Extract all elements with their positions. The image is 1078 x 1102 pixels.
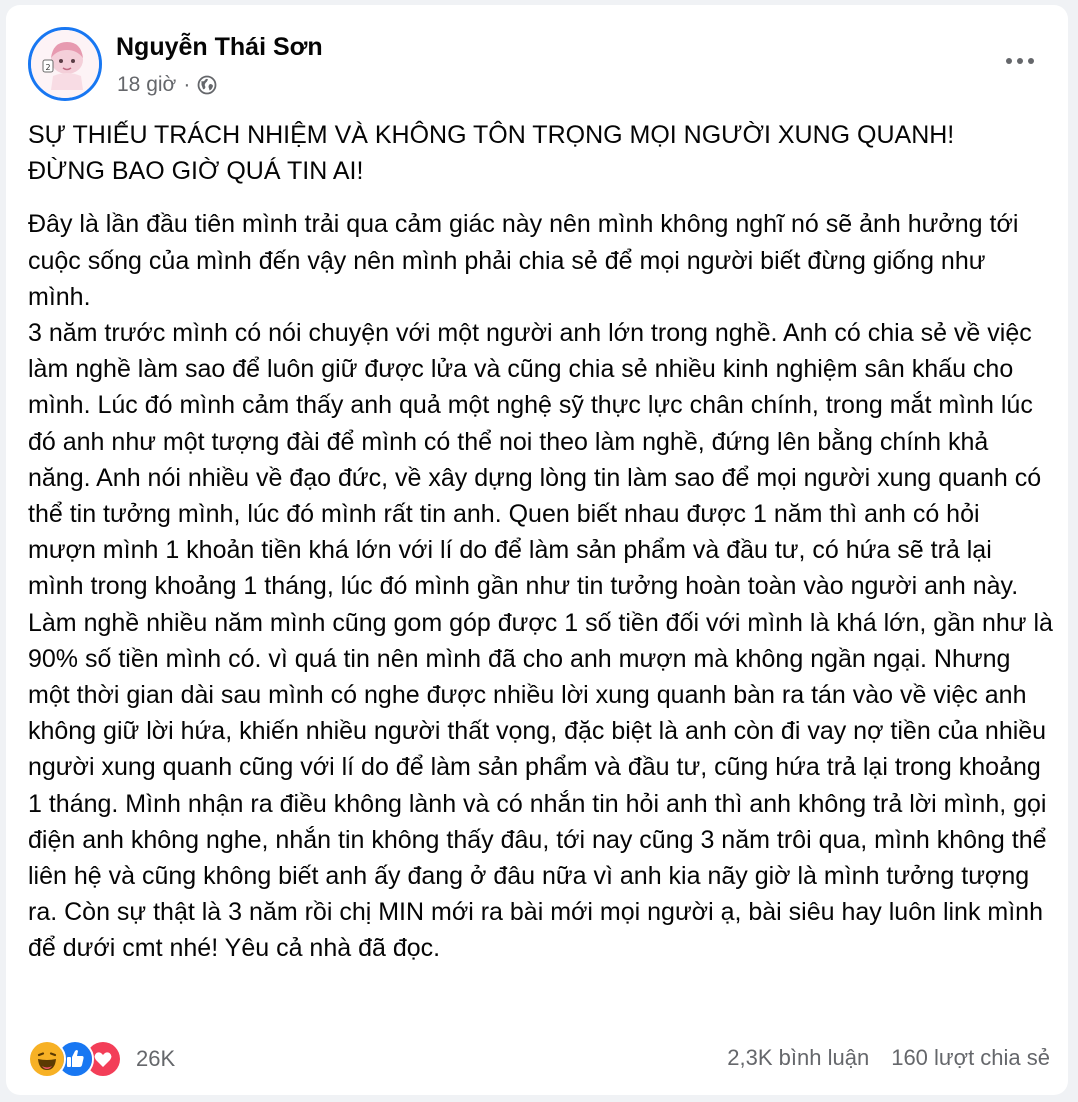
haha-icon: [28, 1040, 66, 1078]
post-footer: 26K 2,3K bình luận 160 lượt chia sẻ: [28, 1039, 1050, 1079]
post-text: Đây là lần đầu tiên mình trải qua cảm gi…: [28, 210, 1053, 963]
post-content: SỰ THIẾU TRÁCH NHIỆM VÀ KHÔNG TÔN TRỌNG …: [28, 117, 1053, 967]
more-options-button[interactable]: [1000, 49, 1040, 73]
more-dot: [1028, 58, 1034, 64]
post-headline: SỰ THIẾU TRÁCH NHIỆM VÀ KHÔNG TÔN TRỌNG …: [28, 121, 955, 186]
engagement-stats: 2,3K bình luận 160 lượt chia sẻ: [727, 1045, 1050, 1071]
reactions-summary[interactable]: 26K: [28, 1040, 175, 1078]
more-dot: [1006, 58, 1012, 64]
more-dot: [1017, 58, 1023, 64]
author-avatar[interactable]: 2: [28, 27, 102, 101]
comment-count-link[interactable]: 2,3K bình luận: [727, 1045, 869, 1071]
post-card: 2 Nguyễn Thái Sơn 18 giờ · SỰ THIẾU TRÁC…: [6, 5, 1068, 1095]
author-name[interactable]: Nguyễn Thái Sơn: [116, 33, 323, 62]
meta-separator: ·: [183, 73, 191, 96]
post-time[interactable]: 18 giờ: [117, 73, 176, 97]
reaction-count: 26K: [136, 1046, 176, 1071]
post-header: 2 Nguyễn Thái Sơn 18 giờ ·: [28, 25, 1048, 105]
svg-text:2: 2: [45, 63, 50, 72]
post-meta: 18 giờ ·: [117, 73, 217, 97]
share-count-link[interactable]: 160 lượt chia sẻ: [891, 1045, 1050, 1071]
globe-icon[interactable]: [197, 75, 217, 95]
